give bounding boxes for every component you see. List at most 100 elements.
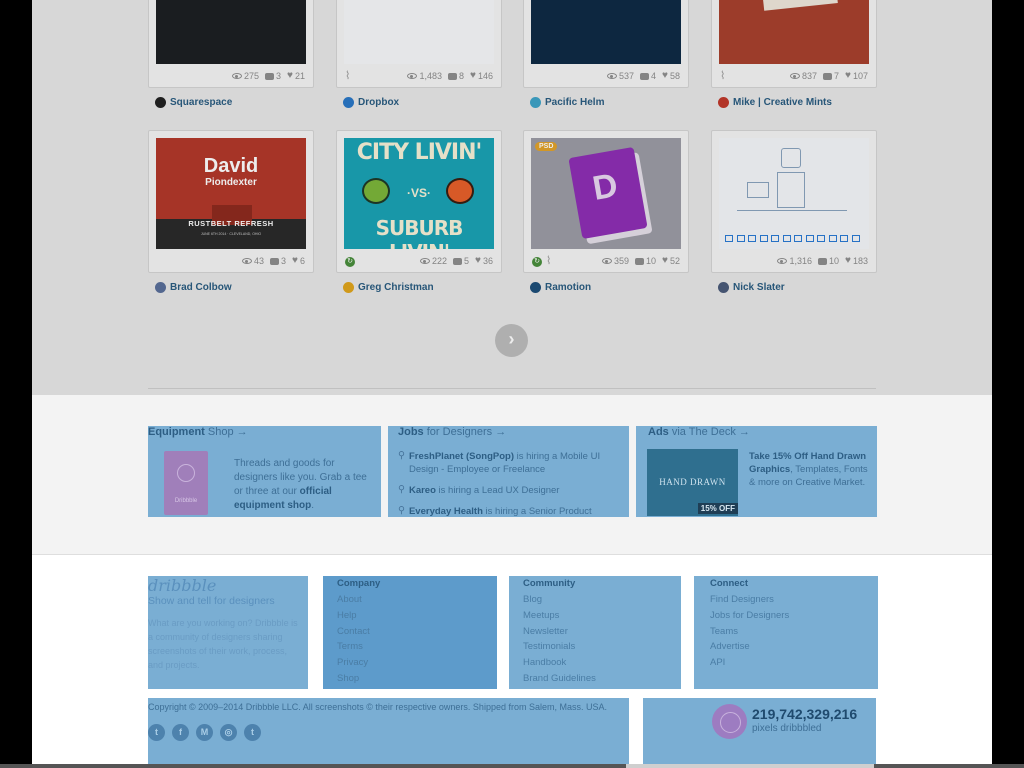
shop-product-image[interactable]: Dribbble (164, 451, 208, 515)
likes-stat[interactable]: ♥ 107 (845, 71, 868, 82)
shot-card[interactable]: D PSD ↻ ⌇ 359 10 ♥ 52 Ramotion (523, 130, 689, 293)
comments-stat[interactable]: 8 (448, 71, 464, 81)
shot-stats: 837 7 ♥ 107 (712, 70, 868, 82)
avatar[interactable] (343, 282, 354, 293)
footer-link-shop[interactable]: Shop (337, 673, 359, 684)
tumblr-icon[interactable]: t (244, 724, 261, 741)
footer-link-privacy[interactable]: Privacy (337, 657, 368, 668)
shot-author[interactable]: Greg Christman (343, 282, 434, 293)
job-listing[interactable]: ⚲ Kareo is hiring a Lead UX Designer (398, 484, 624, 497)
comments-stat[interactable]: 4 (640, 71, 656, 81)
author-name[interactable]: Greg Christman (358, 282, 434, 293)
facebook-icon[interactable]: f (172, 724, 189, 741)
author-name[interactable]: Dropbox (358, 97, 399, 108)
comments-stat[interactable]: 3 (265, 71, 281, 81)
job-company[interactable]: Everyday Health (409, 506, 483, 517)
footer-link-advertise[interactable]: Advertise (710, 641, 750, 652)
avatar[interactable] (155, 97, 166, 108)
avatar[interactable] (530, 97, 541, 108)
instagram-icon[interactable]: ◎ (220, 724, 237, 741)
shot-author[interactable]: Mike | Creative Mints (718, 97, 832, 108)
comments-stat[interactable]: 10 (818, 256, 839, 266)
ads-promo[interactable]: Ads via The Deck → HAND DRAWN 15% OFF Ta… (636, 426, 877, 517)
likes-stat[interactable]: ♥ 183 (845, 256, 868, 267)
footer-link-find-designers[interactable]: Find Designers (710, 594, 774, 605)
footer-link-brand-guidelines[interactable]: Brand Guidelines (523, 673, 596, 684)
shot-thumbnail[interactable] (719, 0, 869, 64)
shot-author[interactable]: Pacific Helm (530, 97, 604, 108)
footer-link-help[interactable]: Help (337, 610, 357, 621)
footer-link-api[interactable]: API (710, 657, 725, 668)
comments-stat[interactable]: 7 (823, 71, 839, 81)
shot-thumbnail[interactable]: Primary buttonSecondary button (344, 0, 494, 64)
comment-icon (270, 257, 280, 265)
comments-stat[interactable]: 3 (270, 256, 286, 266)
author-name[interactable]: Mike | Creative Mints (733, 97, 832, 108)
avatar[interactable] (718, 97, 729, 108)
likes-stat[interactable]: ♥ 58 (662, 71, 680, 82)
footer-link-jobs-for-designers[interactable]: Jobs for Designers (710, 610, 789, 621)
shop-promo[interactable]: Equipment Shop → Dribbble Threads and go… (148, 426, 381, 517)
likes-stat[interactable]: ♥ 52 (662, 256, 680, 267)
next-page-button[interactable]: › (495, 324, 528, 357)
shot-thumbnail[interactable] (531, 0, 681, 64)
comments-stat[interactable]: 5 (453, 256, 469, 266)
likes-stat[interactable]: ♥ 6 (292, 256, 305, 267)
avatar[interactable] (343, 97, 354, 108)
shot-thumbnail[interactable]: David Piondexter RUSTBELT REFRESH JUNE 6TH … (156, 138, 306, 249)
author-name[interactable]: Squarespace (170, 97, 232, 108)
comments-stat[interactable]: 10 (635, 256, 656, 266)
likes-stat[interactable]: ♥ 146 (470, 71, 493, 82)
job-company[interactable]: FreshPlanet (SongPop) (409, 451, 514, 462)
footer-link-terms[interactable]: Terms (337, 641, 363, 652)
jobs-title[interactable]: Jobs for Designers → (398, 426, 506, 438)
footer-link-meetups[interactable]: Meetups (523, 610, 559, 621)
shot-author[interactable]: Ramotion (530, 282, 591, 293)
shot-stats: 222 5 ♥ 36 (337, 255, 493, 267)
footer-link-about[interactable]: About (337, 594, 362, 605)
shot-thumbnail[interactable]: D PSD (531, 138, 681, 249)
job-company[interactable]: Kareo (409, 485, 436, 496)
shot-card[interactable]: 1,316 10 ♥ 183 Nick Slater (711, 130, 877, 293)
avatar[interactable] (155, 282, 166, 293)
shot-card[interactable]: Primary buttonSecondary button⌇1,4838♥14… (336, 0, 502, 108)
ad-image[interactable]: HAND DRAWN 15% OFF (647, 449, 738, 516)
scrollbar-thumb[interactable] (626, 764, 874, 768)
avatar[interactable] (718, 282, 729, 293)
ads-title[interactable]: Ads via The Deck → (648, 426, 750, 438)
footer-link-handbook[interactable]: Handbook (523, 657, 566, 668)
shot-card[interactable]: ⌇ 837 7 ♥ 107 Mike | Creative Mints (711, 0, 877, 108)
shop-title[interactable]: Equipment Shop → (148, 426, 248, 438)
medium-icon[interactable]: M (196, 724, 213, 741)
footer-link-testimonials[interactable]: Testimonials (523, 641, 575, 652)
shot-thumbnail[interactable]: CITY LIVIN'·VS·SUBURB LIVIN' (344, 138, 494, 249)
author-name[interactable]: Brad Colbow (170, 282, 232, 293)
author-name[interactable]: Pacific Helm (545, 97, 604, 108)
footer-link-contact[interactable]: Contact (337, 626, 370, 637)
shot-card[interactable]: CITY LIVIN'·VS·SUBURB LIVIN'↻2225♥36Greg… (336, 130, 502, 293)
likes-stat[interactable]: ♥ 36 (475, 256, 493, 267)
footer-link-newsletter[interactable]: Newsletter (523, 626, 568, 637)
job-listing[interactable]: ⚲ FreshPlanet (SongPop) is hiring a Mobil… (398, 450, 624, 476)
dribbble-logo[interactable]: dribbble (148, 576, 216, 595)
twitter-icon[interactable]: t (148, 724, 165, 741)
avatar[interactable] (530, 282, 541, 293)
author-name[interactable]: Ramotion (545, 282, 591, 293)
horizontal-scrollbar[interactable] (0, 764, 1024, 768)
author-name[interactable]: Nick Slater (733, 282, 785, 293)
shot-card[interactable]: 537 4 ♥ 58 Pacific Helm (523, 0, 689, 108)
shot-thumbnail[interactable]: AnalyticsCDN (156, 0, 306, 64)
ad-text[interactable]: Take 15% Off Hand Drawn Graphics, Templa… (749, 450, 874, 489)
shot-thumbnail[interactable] (719, 138, 869, 249)
shot-card[interactable]: AnalyticsCDN 275 3 ♥21 Squarespace (148, 0, 314, 108)
shot-author[interactable]: Brad Colbow (155, 282, 232, 293)
jobs-promo: Jobs for Designers → ⚲ FreshPlanet (SongP… (388, 426, 629, 517)
shot-card[interactable]: David Piondexter RUSTBELT REFRESH JUNE 6TH … (148, 130, 314, 293)
shot-author[interactable]: Dropbox (343, 97, 399, 108)
footer-link-blog[interactable]: Blog (523, 594, 542, 605)
footer-link-teams[interactable]: Teams (710, 626, 738, 637)
shot-author[interactable]: Squarespace (155, 97, 232, 108)
shot-author[interactable]: Nick Slater (718, 282, 785, 293)
job-listing[interactable]: ⚲ Everyday Health is hiring a Senior Prod… (398, 505, 624, 517)
likes-stat[interactable]: ♥ 21 (287, 71, 305, 82)
